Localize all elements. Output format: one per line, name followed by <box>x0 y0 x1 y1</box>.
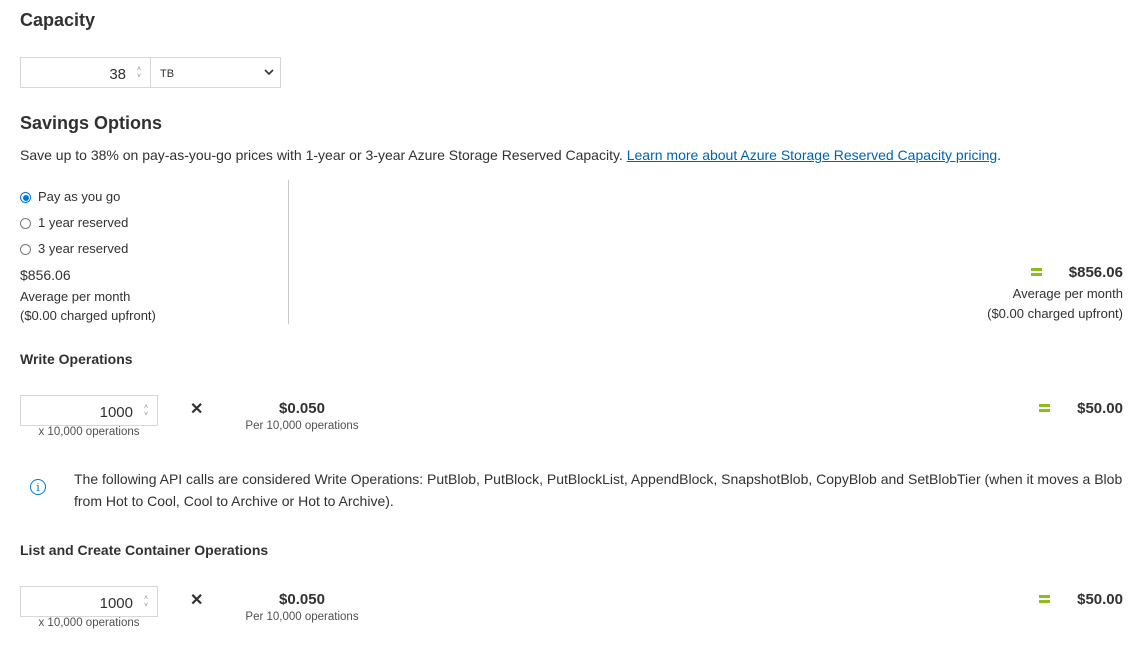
list-ops-unit-price-block: $0.050 Per 10,000 operations <box>240 591 364 623</box>
radio-pay-as-you-go[interactable] <box>20 192 31 203</box>
write-ops-unit-price: $0.050 <box>279 400 325 417</box>
list-ops-quantity-input[interactable]: 1000 ˄ ˅ <box>20 586 158 617</box>
equals-icon <box>1039 595 1050 603</box>
write-ops-unit-price-block: $0.050 Per 10,000 operations <box>240 400 364 432</box>
capacity-title: Capacity <box>20 10 96 30</box>
spinner-up-icon[interactable]: ˄ <box>144 595 148 602</box>
write-ops-title: Write Operations <box>20 351 133 367</box>
write-ops-quantity-input[interactable]: 1000 ˄ ˅ <box>20 395 158 426</box>
capacity-value: 38 <box>109 66 126 83</box>
savings-right-upfront: ($0.00 charged upfront) <box>987 306 1123 321</box>
spinner-down-icon[interactable]: ˅ <box>144 411 148 418</box>
multiply-icon: ✕ <box>190 592 204 609</box>
savings-left-price: $856.06 <box>20 267 71 283</box>
equals-icon <box>1039 404 1050 412</box>
option-1-year-reserved[interactable]: 1 year reserved <box>20 215 220 233</box>
option-label: 1 year reserved <box>38 215 129 230</box>
list-ops-spinner[interactable]: ˄ ˅ <box>141 594 151 610</box>
savings-description: Save up to 38% on pay-as-you-go prices w… <box>20 147 623 163</box>
write-ops-quantity-value: 1000 <box>99 404 133 421</box>
write-ops-total: $50.00 <box>1077 400 1123 417</box>
option-label: Pay as you go <box>38 189 121 204</box>
spinner-down-icon[interactable]: ˅ <box>144 602 148 609</box>
multiply-icon: ✕ <box>190 401 204 418</box>
write-ops-quantity-unit: x 10,000 operations <box>38 426 140 438</box>
savings-left-period: Average per month <box>20 289 131 304</box>
info-icon-glyph: i <box>36 480 40 494</box>
equals-icon <box>1031 268 1042 276</box>
savings-right-price: $856.06 <box>1068 264 1123 281</box>
savings-description-line: Save up to 38% on pay-as-you-go prices w… <box>20 147 1001 163</box>
radio-3-year-reserved[interactable] <box>20 244 31 255</box>
savings-title: Savings Options <box>20 113 163 133</box>
info-icon: i <box>30 479 46 495</box>
chevron-down-icon <box>264 69 274 76</box>
reserved-capacity-pricing-link[interactable]: Learn more about Azure Storage Reserved … <box>627 147 997 163</box>
write-ops-unit-price-label: Per 10,000 operations <box>245 420 359 432</box>
write-ops-info-text: The following API calls are considered W… <box>74 468 1122 512</box>
write-ops-spinner[interactable]: ˄ ˅ <box>141 403 151 419</box>
capacity-input[interactable]: 38 ˄ ˅ <box>20 57 151 88</box>
radio-1-year-reserved[interactable] <box>20 218 31 229</box>
savings-right-period: Average per month <box>1012 286 1123 301</box>
list-ops-total: $50.00 <box>1077 591 1123 608</box>
capacity-spinner[interactable]: ˄ ˅ <box>134 65 144 81</box>
option-label: 3 year reserved <box>38 241 129 256</box>
option-pay-as-you-go[interactable]: Pay as you go <box>20 189 220 207</box>
write-ops-info-line-2: from Hot to Cool, Cool to Archive or Hot… <box>74 493 394 509</box>
capacity-unit-select[interactable]: TB <box>150 57 281 88</box>
option-3-year-reserved[interactable]: 3 year reserved <box>20 241 220 259</box>
capacity-unit-value: TB <box>160 68 175 80</box>
write-ops-info-line-1: The following API calls are considered W… <box>74 471 1123 487</box>
list-ops-unit-price: $0.050 <box>279 591 325 608</box>
list-ops-unit-price-label: Per 10,000 operations <box>245 611 359 623</box>
spinner-up-icon[interactable]: ˄ <box>144 404 148 411</box>
spinner-up-icon[interactable]: ˄ <box>137 66 141 73</box>
savings-divider <box>288 180 289 324</box>
savings-left-upfront: ($0.00 charged upfront) <box>20 308 156 323</box>
savings-link-suffix: . <box>997 147 1002 163</box>
list-ops-title: List and Create Container Operations <box>20 542 269 558</box>
list-ops-quantity-value: 1000 <box>99 595 133 612</box>
list-ops-quantity-unit: x 10,000 operations <box>38 617 140 629</box>
spinner-down-icon[interactable]: ˅ <box>137 73 141 80</box>
